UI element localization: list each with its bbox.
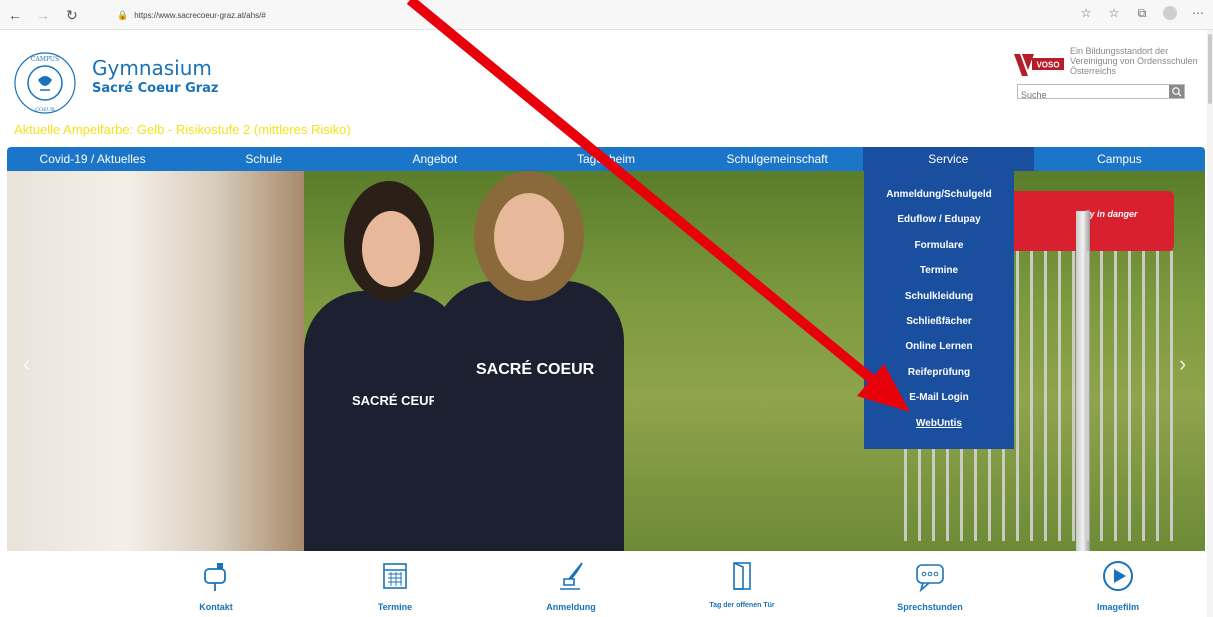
browser-toolbar: ← → ↻ 🔒 https://www.sacrecoeur-graz.at/ah… [0, 0, 1213, 30]
menu-item-eduflow[interactable]: Eduflow / Edupay [864, 212, 1014, 237]
read-aloud-icon[interactable]: ☆ [1079, 6, 1093, 23]
search-box [1017, 84, 1185, 102]
brand-subtitle[interactable]: Sacré Coeur Graz [92, 81, 219, 96]
ampel-status-text: Aktuelle Ampelfarbe: Gelb - Risikostufe … [14, 122, 351, 137]
svg-text:CAMPUS: CAMPUS [31, 56, 59, 63]
quick-link-termine[interactable]: Termine [335, 559, 455, 612]
nav-item-schulgemeinschaft[interactable]: Schulgemeinschaft [692, 147, 863, 171]
quick-link-kontakt[interactable]: Kontakt [156, 559, 276, 612]
browser-actions: ☆ ☆ ⧉ ⋯ [1079, 6, 1205, 23]
calendar-icon [383, 563, 407, 589]
nav-item-service[interactable]: Service [862, 147, 1034, 171]
reload-icon[interactable]: ↻ [66, 7, 78, 23]
quick-link-termine-label: Termine [377, 602, 413, 612]
nav-item-campus[interactable]: Campus [1034, 147, 1205, 171]
url-text: https://www.sacrecoeur-graz.at/ahs/# [134, 11, 266, 20]
menu-item-schulkleidung[interactable]: Schulkleidung [864, 289, 1014, 314]
menu-item-termine[interactable]: Termine [864, 263, 1014, 288]
menu-item-reifepruefung[interactable]: Reifeprüfung [864, 365, 1014, 390]
open-door-icon [733, 562, 751, 590]
student-face-middle [494, 193, 564, 281]
menu-item-schliessfaecher[interactable]: Schließfächer [864, 314, 1014, 339]
quick-link-tag-der-offenen-tuer[interactable]: Tag der offenen Tür [682, 559, 802, 609]
hero-slider: fly in danger SACRÉ CEUR SACRÉ COEUR ‹ › [7, 171, 1205, 551]
menu-item-online-lernen[interactable]: Online Lernen [864, 339, 1014, 364]
student-figure-middle: SACRÉ COEUR [434, 281, 624, 551]
nav-item-covid[interactable]: Covid-19 / Aktuelles [7, 147, 178, 171]
quill-ink-icon [560, 562, 583, 590]
slider-prev-icon[interactable]: ‹ [23, 351, 30, 377]
favorites-icon[interactable]: ☆ [1107, 6, 1121, 23]
slider-next-icon[interactable]: › [1179, 351, 1186, 377]
quick-link-tag-der-offenen-tuer-label: Tag der offenen Tür [709, 602, 775, 609]
nav-item-schule[interactable]: Schule [178, 147, 349, 171]
play-icon [1103, 561, 1133, 591]
basket-label: fly in danger [1084, 209, 1138, 219]
nav-item-angebot[interactable]: Angebot [349, 147, 520, 171]
mailbox-icon [204, 563, 226, 591]
voso-tagline: Ein Bildungsstandort der Vereinigung von… [1070, 46, 1198, 76]
page-scrollbar[interactable] [1207, 30, 1213, 617]
quick-link-sprechstunden[interactable]: Sprechstunden [870, 559, 990, 612]
forward-icon[interactable]: → [36, 7, 50, 23]
scrollbar-thumb[interactable] [1208, 34, 1212, 104]
quick-links-bar: Kontakt Termine Anmeldung Tag der offene… [0, 551, 1213, 617]
voso-logo[interactable]: VOSO [1014, 54, 1066, 76]
quick-link-anmeldung[interactable]: Anmeldung [511, 559, 631, 612]
menu-item-anmeldung-schulgeld[interactable]: Anmeldung/Schulgeld [864, 187, 1014, 212]
hero-side-image [7, 171, 304, 551]
hero-main-image: fly in danger SACRÉ CEUR SACRÉ COEUR [304, 171, 1205, 551]
search-input[interactable] [1018, 88, 1168, 102]
speech-bubble-icon [916, 564, 944, 593]
menu-item-webuntis[interactable]: WebUntis [864, 416, 1014, 441]
search-button[interactable] [1169, 85, 1184, 98]
quick-link-anmeldung-label: Anmeldung [546, 602, 596, 612]
back-icon[interactable]: ← [8, 7, 22, 23]
quick-link-sprechstunden-label: Sprechstunden [897, 602, 963, 612]
quick-link-imagefilm-label: Imagefilm [1096, 602, 1139, 612]
search-icon [1172, 87, 1182, 97]
svg-text:COEUR: COEUR [35, 107, 55, 113]
shirt-text-left: SACRÉ CEUR [352, 393, 438, 408]
voso-logo-text: VOSO [1036, 61, 1059, 70]
quick-link-imagefilm[interactable]: Imagefilm [1058, 559, 1178, 612]
more-icon[interactable]: ⋯ [1191, 6, 1205, 23]
menu-item-formulare[interactable]: Formulare [864, 238, 1014, 263]
site-header: CAMPUS COEUR Gymnasium Sacré Coeur Graz … [0, 30, 1213, 147]
profile-icon[interactable] [1163, 6, 1177, 23]
brand-title[interactable]: Gymnasium [92, 56, 212, 80]
nav-item-tagesheim[interactable]: Tagesheim [520, 147, 691, 171]
service-dropdown-menu: Anmeldung/Schulgeld Eduflow / Edupay For… [864, 171, 1014, 449]
main-nav: Covid-19 / Aktuelles Schule Angebot Tage… [7, 147, 1205, 171]
quick-link-kontakt-label: Kontakt [199, 602, 233, 612]
collections-icon[interactable]: ⧉ [1135, 6, 1149, 23]
address-bar[interactable]: 🔒 https://www.sacrecoeur-graz.at/ahs/# [117, 6, 377, 24]
lock-icon: 🔒 [117, 10, 129, 20]
menu-item-email-login[interactable]: E-Mail Login [864, 390, 1014, 415]
student-face-left [362, 211, 420, 287]
shirt-text-middle: SACRÉ COEUR [476, 361, 595, 378]
campus-seal-logo[interactable]: CAMPUS COEUR [12, 50, 78, 116]
